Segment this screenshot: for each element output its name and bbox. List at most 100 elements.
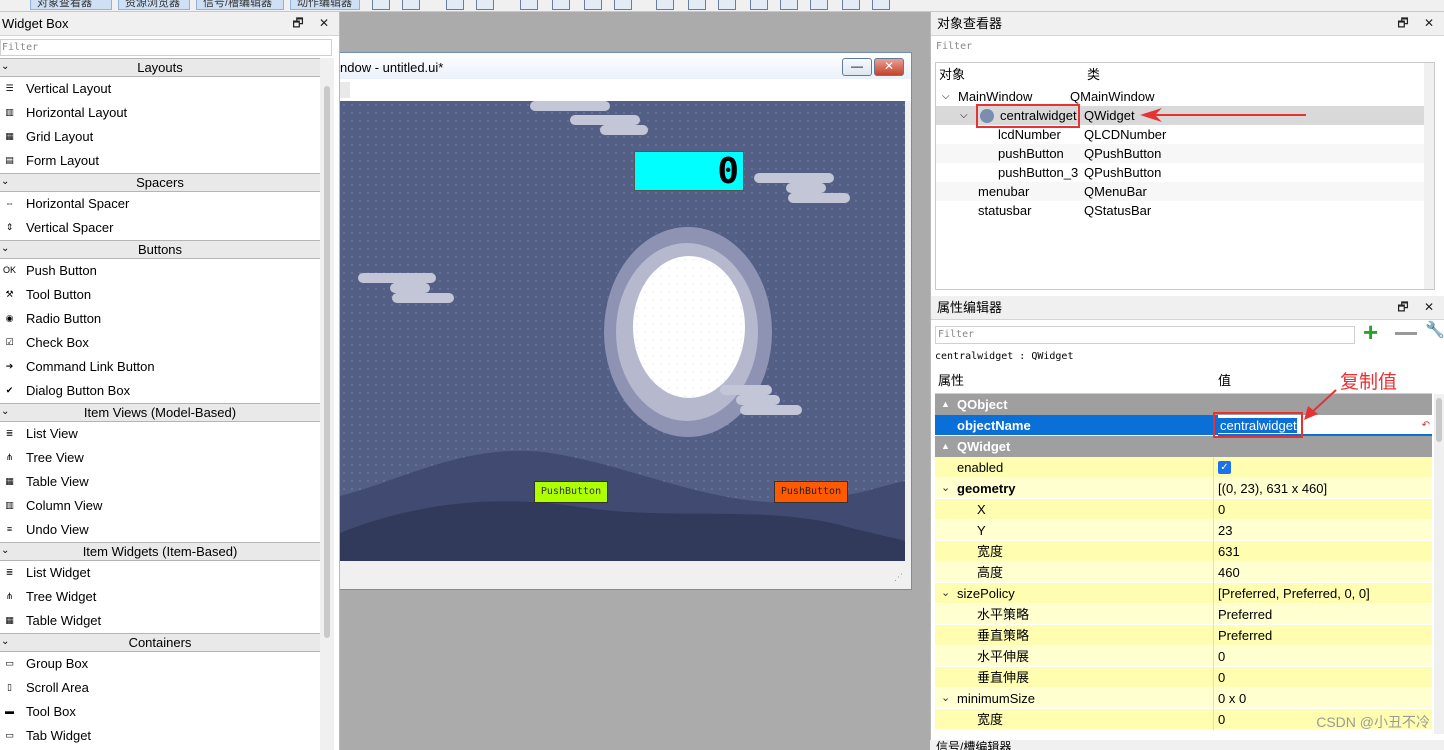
push-button[interactable]: PushButton (534, 481, 608, 503)
widget-item-tree-view[interactable]: ⋔ Tree View (0, 446, 320, 470)
property-value[interactable]: 460 (1218, 562, 1432, 583)
widget-item-horizontal-layout[interactable]: ▥ Horizontal Layout (0, 101, 320, 125)
buddy-mode-icon[interactable] (584, 0, 602, 10)
category-containers[interactable]: ⌄ Containers (0, 633, 320, 652)
chevron-down-icon[interactable]: ⌄ (1, 173, 9, 190)
toolbar-tab-action-editor[interactable]: 动作编辑器 (290, 0, 360, 10)
tree-row-pushbutton-3[interactable]: pushButton_3 QPushButton (936, 163, 1434, 182)
category-item-widgets-item-based[interactable]: ⌄ Item Widgets (Item-Based) (0, 542, 320, 561)
form-menubar[interactable] (340, 79, 911, 101)
property-value[interactable]: 0 x 0 (1218, 688, 1432, 709)
widget-item-group-box[interactable]: ▭ Group Box (0, 652, 320, 676)
chevron-down-icon[interactable]: ⌄ (1, 633, 9, 650)
layout-horizontal-icon[interactable] (656, 0, 674, 10)
form-window[interactable]: ndow - untitled.ui* — ✕ 0 PushButton Pus… (340, 52, 912, 590)
property-group[interactable]: ▲ QWidget (935, 436, 1432, 457)
category-spacers[interactable]: ⌄ Spacers (0, 173, 320, 192)
widget-item-tool-box[interactable]: ▬ Tool Box (0, 700, 320, 724)
property-row[interactable]: 高度 460 (935, 562, 1432, 583)
tree-row-menubar[interactable]: menubar QMenuBar (936, 182, 1434, 201)
widget-item-column-view[interactable]: ▥ Column View (0, 494, 320, 518)
property-filter-input[interactable]: Filter (935, 326, 1355, 344)
column-object[interactable]: 对象 (939, 63, 965, 87)
reset-icon[interactable]: ↶ (1422, 415, 1430, 436)
chevron-down-icon[interactable]: ⌄ (941, 583, 950, 604)
chevron-down-icon[interactable]: ⌄ (1, 403, 9, 420)
widget-item-undo-view[interactable]: ≡ Undo View (0, 518, 320, 542)
save-icon[interactable] (402, 0, 420, 10)
close-button[interactable]: ✕ (874, 58, 904, 76)
property-value[interactable]: Preferred (1218, 604, 1432, 625)
property-row[interactable]: 宽度 631 (935, 541, 1432, 562)
widget-item-list-view[interactable]: ≣ List View (0, 422, 320, 446)
property-value[interactable]: 631 (1218, 541, 1432, 562)
widget-item-grid-layout[interactable]: ▦ Grid Layout (0, 125, 320, 149)
property-value[interactable]: 0 (1218, 667, 1432, 688)
float-icon[interactable]: 🗗 (1397, 300, 1408, 314)
widget-item-command-link-button[interactable]: ➔ Command Link Button (0, 355, 320, 379)
layout-splitter-v-icon[interactable] (750, 0, 768, 10)
central-widget[interactable]: 0 PushButton PushButton (340, 101, 905, 561)
layout-vertical-icon[interactable] (688, 0, 706, 10)
enabled-checkbox[interactable]: ✓ (1218, 461, 1231, 474)
chevron-down-icon[interactable]: ⌄ (1, 58, 9, 75)
widget-box-filter-input[interactable]: Filter (0, 39, 332, 56)
widget-box-scrollbar[interactable] (320, 58, 334, 750)
property-value[interactable]: 0 (1218, 499, 1432, 520)
configure-icon[interactable]: 🔧 (1425, 320, 1444, 340)
chevron-down-icon[interactable]: ⌵ (942, 87, 950, 106)
property-row[interactable]: Y 23 (935, 520, 1432, 541)
object-tree-scrollbar[interactable] (1424, 63, 1434, 289)
copy-icon[interactable] (446, 0, 464, 10)
adjust-size-icon[interactable] (872, 0, 890, 10)
chevron-down-icon[interactable]: ⌄ (941, 688, 950, 709)
edit-widgets-icon[interactable] (372, 0, 390, 10)
property-value[interactable]: [Preferred, Preferred, 0, 0] (1218, 583, 1432, 604)
break-layout-icon[interactable] (842, 0, 860, 10)
scrollbar-thumb[interactable] (324, 86, 330, 638)
property-value[interactable]: 0 (1218, 646, 1432, 667)
close-icon[interactable]: ✕ (1424, 300, 1434, 314)
chevron-down-icon[interactable]: ⌄ (1, 542, 9, 559)
property-group[interactable]: ▲ QObject (935, 394, 1432, 415)
push-button-3[interactable]: PushButton (774, 481, 848, 503)
menu-placeholder[interactable] (340, 82, 350, 98)
property-value[interactable]: Preferred (1218, 625, 1432, 646)
property-row[interactable]: objectName centralwidget ↶ (935, 415, 1432, 436)
property-row[interactable]: sizePolicy ⌄ [Preferred, Preferred, 0, 0] (935, 583, 1432, 604)
close-icon[interactable]: ✕ (319, 16, 329, 30)
category-layouts[interactable]: ⌄ Layouts (0, 58, 320, 77)
property-row[interactable]: 水平伸展 0 (935, 646, 1432, 667)
property-row[interactable]: X0 (935, 499, 1432, 520)
widget-item-tree-widget[interactable]: ⋔ Tree Widget (0, 585, 320, 609)
widget-item-vertical-spacer[interactable]: ⇕ Vertical Spacer (0, 216, 320, 240)
close-icon[interactable]: ✕ (1424, 16, 1434, 30)
collapse-icon[interactable]: ▲ (941, 394, 950, 415)
category-buttons[interactable]: ⌄ Buttons (0, 240, 320, 259)
widget-item-form-layout[interactable]: ▤ Form Layout (0, 149, 320, 173)
size-grip-icon[interactable]: ⋰ (894, 572, 903, 583)
paste-icon[interactable] (476, 0, 494, 10)
toolbar-tab-signal-slot-editor[interactable]: 信号/槽编辑器 (196, 0, 284, 10)
tree-row-statusbar[interactable]: statusbar QStatusBar (936, 201, 1434, 220)
widget-item-list-widget[interactable]: ≣ List Widget (0, 561, 320, 585)
add-dynamic-property-icon[interactable]: + (1363, 319, 1385, 346)
widget-item-vertical-layout[interactable]: ☰ Vertical Layout (0, 77, 320, 101)
float-icon[interactable]: 🗗 (1397, 16, 1408, 30)
widget-item-scroll-area[interactable]: ▯ Scroll Area (0, 676, 320, 700)
widget-item-table-view[interactable]: ▦ Table View (0, 470, 320, 494)
widget-item-radio-button[interactable]: ◉ Radio Button (0, 307, 320, 331)
property-row[interactable]: 水平策略 Preferred (935, 604, 1432, 625)
layout-form-icon[interactable] (810, 0, 828, 10)
form-window-titlebar[interactable]: ndow - untitled.ui* — ✕ (340, 53, 911, 79)
toolbar-tab-resource-browser[interactable]: 资源浏览器 (118, 0, 190, 10)
layout-grid-icon[interactable] (780, 0, 798, 10)
property-row[interactable]: 垂直伸展 0 (935, 667, 1432, 688)
property-row[interactable]: minimumSize ⌄ 0 x 0 (935, 688, 1432, 709)
widget-item-tool-button[interactable]: ⚒ Tool Button (0, 283, 320, 307)
widget-item-tab-widget[interactable]: ▭ Tab Widget (0, 724, 320, 748)
widget-item-dialog-button-box[interactable]: ✔ Dialog Button Box (0, 379, 320, 403)
lcd-number[interactable]: 0 (634, 151, 744, 191)
property-value[interactable]: [(0, 23), 631 x 460] (1218, 478, 1432, 499)
column-property[interactable]: 属性 (938, 368, 964, 394)
